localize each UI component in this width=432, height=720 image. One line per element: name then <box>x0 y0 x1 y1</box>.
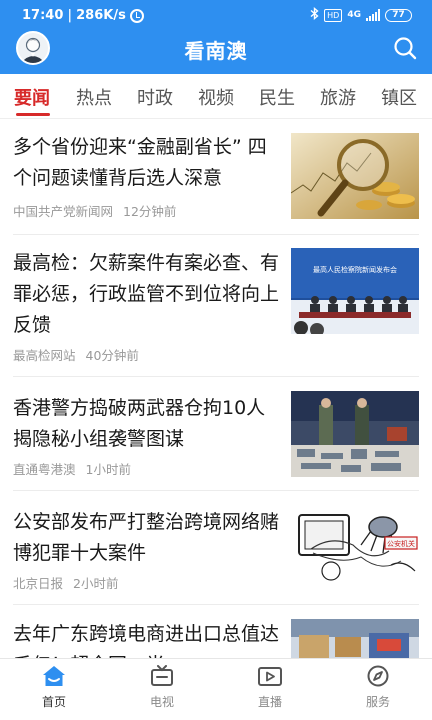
nav-tv[interactable]: 电视 <box>132 665 192 710</box>
alarm-clock-icon <box>129 8 144 23</box>
app-header: 17:40 | 286K/s HD 4G 77 看南澳 <box>0 0 432 74</box>
news-item[interactable]: 公安部发布严打整治跨境网络赌博犯罪十大案件 北京日报 2小时前 公安机关 <box>0 491 432 605</box>
news-source: 最高检网站 <box>13 348 76 363</box>
category-tabs: 要闻 热点 时政 视频 民生 旅游 镇区 <box>0 74 432 119</box>
nav-live-label: 直播 <box>257 695 282 709</box>
news-title[interactable]: 公安部发布严打整治跨境网络赌博犯罪十大案件 <box>13 507 283 569</box>
nav-home[interactable]: 首页 <box>24 665 84 710</box>
status-bar: 17:40 | 286K/s HD 4G 77 <box>0 0 432 28</box>
tv-icon <box>151 665 173 686</box>
battery-icon: 77 <box>385 8 412 22</box>
home-icon <box>43 666 65 686</box>
bottom-navigation: 首页 电视 直播 服务 <box>0 658 432 720</box>
tab-yaowen[interactable]: 要闻 <box>14 84 50 110</box>
news-item[interactable]: 多个省份迎来“金融副省长” 四个问题读懂背后选人深意 中国共产党新闻网 12分钟前 <box>0 119 432 235</box>
tab-redian[interactable]: 热点 <box>76 84 112 110</box>
news-title[interactable]: 香港警方捣破两武器仓拘10人 揭隐秘小组袭警图谋 <box>13 393 283 455</box>
news-item[interactable]: 香港警方捣破两武器仓拘10人 揭隐秘小组袭警图谋 直通粤港澳 1小时前 <box>0 377 432 491</box>
news-time: 2小时前 <box>73 576 119 591</box>
nav-tv-label: 电视 <box>149 695 174 709</box>
news-title[interactable]: 多个省份迎来“金融副省长” 四个问题读懂背后选人深意 <box>13 132 283 194</box>
news-meta: 北京日报 2小时前 <box>13 573 118 592</box>
news-item[interactable]: 去年广东跨境电商进出口总值达千亿！超全国一半 <box>0 605 432 705</box>
news-time: 40分钟前 <box>85 348 139 363</box>
thumbnail-caption: 最高人民检察院新闻发布会 <box>313 265 397 274</box>
tab-zhenqu[interactable]: 镇区 <box>381 84 417 110</box>
tab-shizheng[interactable]: 时政 <box>137 84 173 110</box>
news-time: 1小时前 <box>85 462 131 477</box>
news-source: 直通粤港澳 <box>13 462 76 477</box>
news-thumbnail[interactable]: 公安机关 <box>291 505 419 591</box>
nav-home-label: 首页 <box>41 695 66 709</box>
bluetooth-icon <box>310 7 319 23</box>
network-speed: 286K/s <box>76 8 126 23</box>
live-video-icon <box>258 667 282 686</box>
compass-icon <box>367 665 389 687</box>
news-meta: 直通粤港澳 1小时前 <box>13 459 131 478</box>
active-tab-indicator <box>16 113 50 116</box>
news-source: 北京日报 <box>13 576 64 591</box>
hd-badge: HD <box>324 8 343 22</box>
search-icon[interactable] <box>392 35 418 61</box>
tab-minsheng[interactable]: 民生 <box>259 84 295 110</box>
nav-live[interactable]: 直播 <box>240 665 300 710</box>
news-thumbnail[interactable] <box>291 133 419 219</box>
signal-icon <box>366 9 380 21</box>
tab-shipin[interactable]: 视频 <box>198 84 234 110</box>
news-item[interactable]: 最高检：欠薪案件有案必查、有罪必惩，行政监管不到位将向上反馈 最高检网站 40分钟… <box>0 235 432 377</box>
news-thumbnail[interactable]: 最高人民检察院新闻发布会 <box>291 248 419 334</box>
news-thumbnail[interactable] <box>291 391 419 477</box>
news-source: 中国共产党新闻网 <box>13 204 114 219</box>
thumbnail-caption: 公安机关 <box>387 539 415 548</box>
status-separator: | <box>67 8 73 23</box>
network-type: 4G <box>347 10 361 20</box>
news-time: 12分钟前 <box>123 204 177 219</box>
news-title[interactable]: 最高检：欠薪案件有案必查、有罪必惩，行政监管不到位将向上反馈 <box>13 248 283 341</box>
news-meta: 最高检网站 40分钟前 <box>13 345 139 364</box>
news-meta: 中国共产党新闻网 12分钟前 <box>13 201 176 220</box>
nav-service-label: 服务 <box>365 695 390 709</box>
nav-service[interactable]: 服务 <box>348 665 408 710</box>
app-title: 看南澳 <box>184 39 248 63</box>
tab-lvyou[interactable]: 旅游 <box>320 84 356 110</box>
status-time: 17:40 <box>22 8 64 23</box>
